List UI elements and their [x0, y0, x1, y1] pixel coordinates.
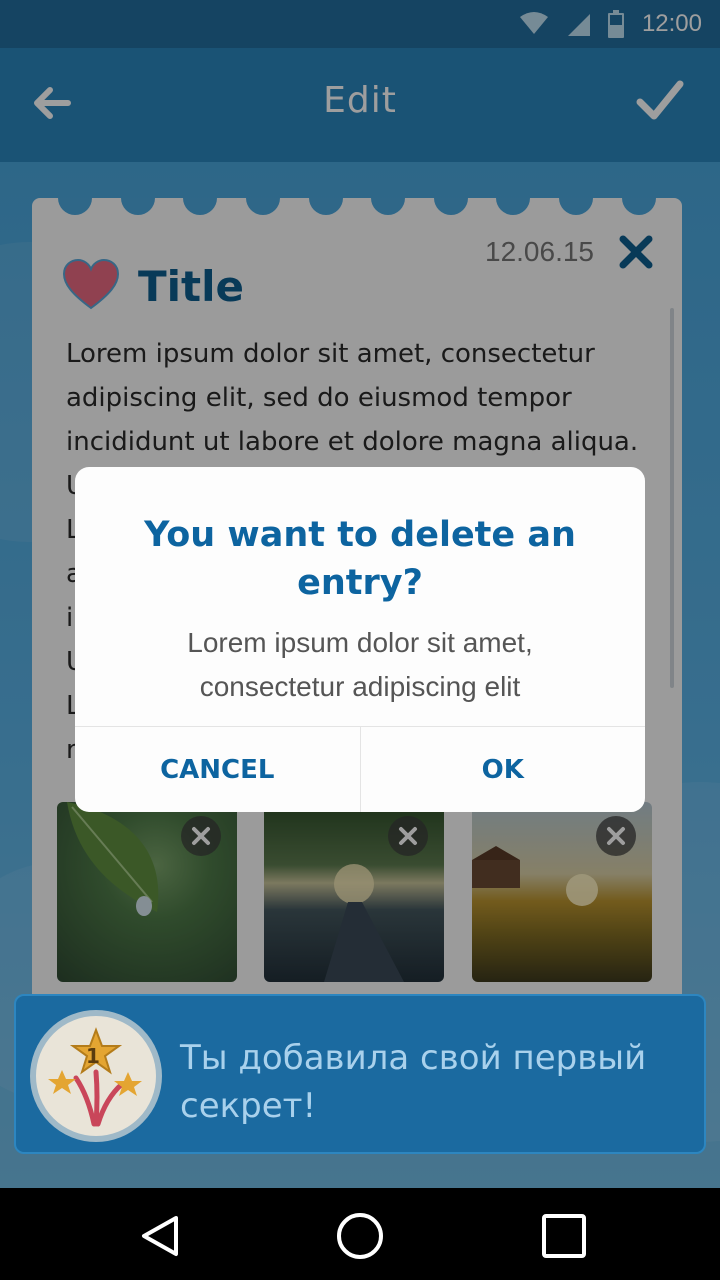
dialog-actions: CANCEL OK: [75, 726, 645, 812]
delete-confirm-dialog: You want to delete an entry? Lorem ipsum…: [75, 467, 645, 812]
back-triangle-icon[interactable]: [136, 1212, 184, 1260]
achievement-text: Ты добавила свой первый секрет!: [180, 1038, 647, 1126]
home-circle-icon[interactable]: [336, 1212, 384, 1260]
fireworks-icon: [48, 1027, 142, 1127]
dialog-title: You want to delete an entry?: [144, 515, 576, 603]
system-nav-bar: [0, 1188, 720, 1280]
badge-number: 1: [86, 1044, 100, 1068]
dialog-message: Lorem ipsum dolor sit amet, consectetur …: [187, 627, 533, 702]
achievement-badge: 1: [30, 1010, 162, 1142]
cancel-button[interactable]: CANCEL: [75, 727, 360, 812]
recents-square-icon[interactable]: [540, 1212, 588, 1260]
ok-button[interactable]: OK: [359, 727, 646, 812]
achievement-banner[interactable]: 1 Ты добавила свой первый секрет!: [14, 994, 706, 1154]
